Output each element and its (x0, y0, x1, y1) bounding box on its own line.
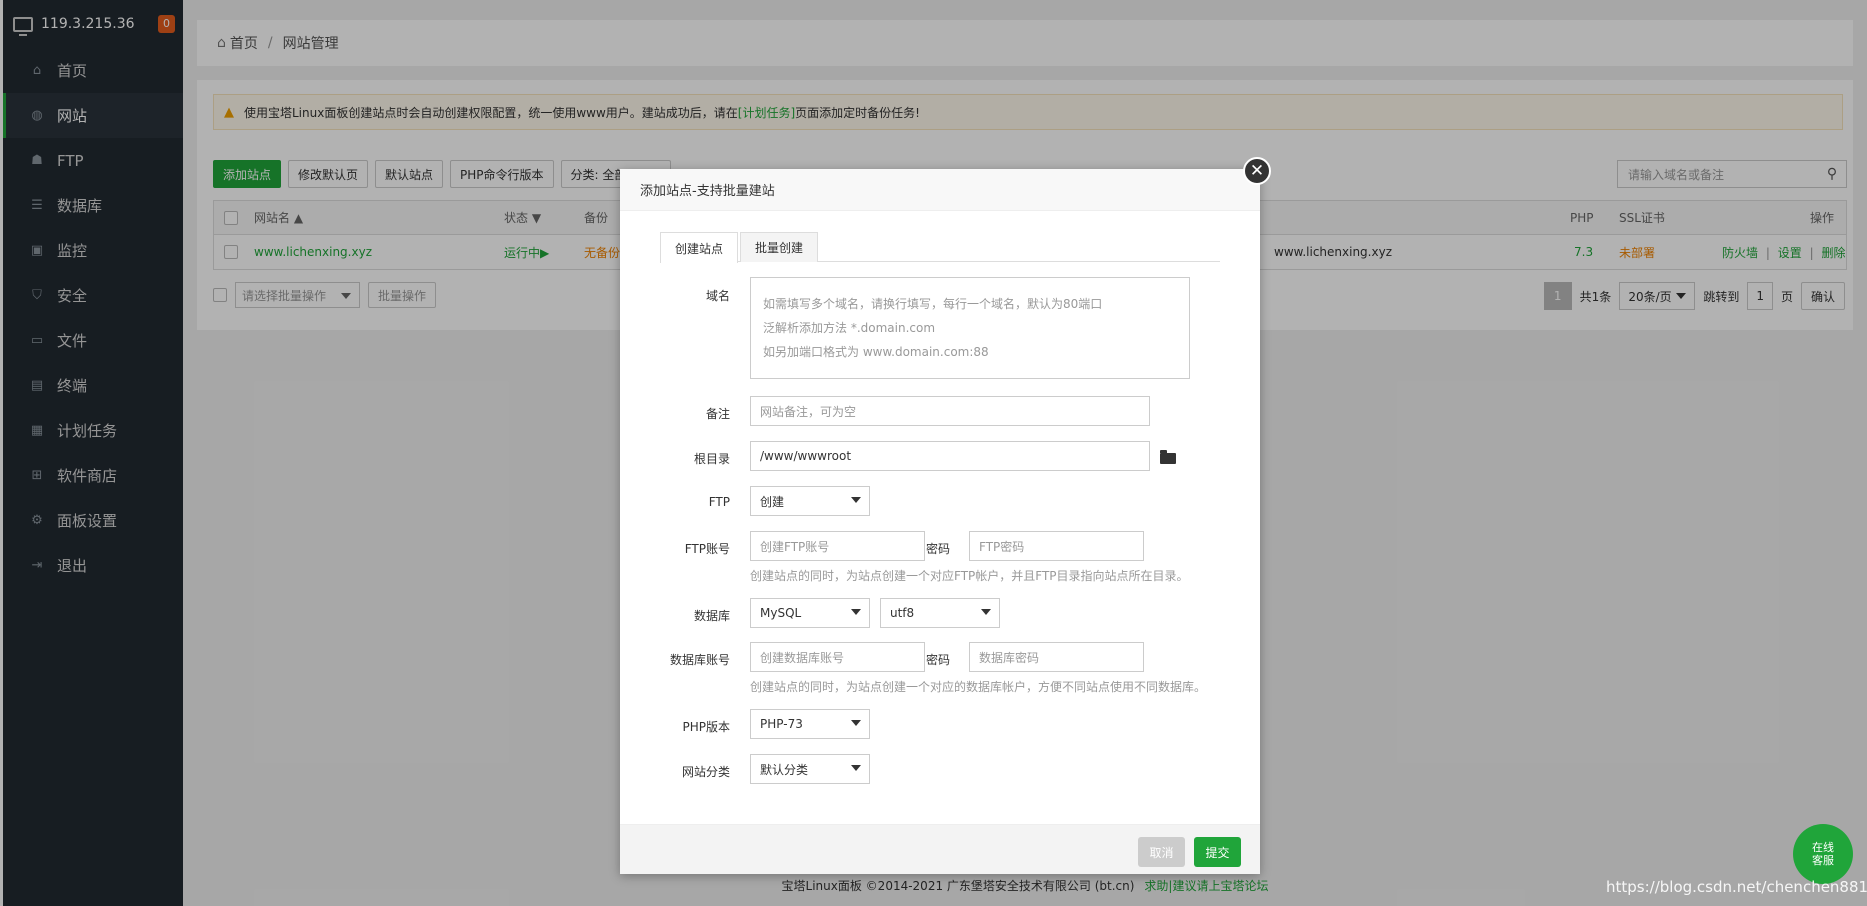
online-service-button[interactable]: 在线 客服 (1793, 824, 1853, 884)
root-dir-input[interactable]: /www/wwwroot (750, 441, 1150, 471)
dialog-tabs: 创建站点 批量创建 (660, 232, 1220, 263)
db-tip: 创建站点的同时，为站点创建一个对应的数据库帐户，方便不同站点使用不同数据库。 (750, 680, 1207, 694)
tab-batch-create[interactable]: 批量创建 (740, 232, 819, 262)
dialog-title: 添加站点-支持批量建站 (620, 169, 1260, 211)
ftp-account-label: FTP账号 (684, 542, 730, 556)
ftp-label: FTP (708, 495, 730, 509)
submit-button[interactable]: 提交 (1194, 837, 1241, 867)
category-label: 网站分类 (681, 765, 730, 779)
folder-open-icon[interactable] (1160, 450, 1176, 464)
ftp-password-label: 密码 (925, 542, 950, 556)
chevron-down-icon (851, 765, 861, 771)
chevron-down-icon (851, 497, 861, 503)
ftp-select[interactable]: 创建 (750, 486, 870, 516)
chevron-down-icon (851, 609, 861, 615)
db-label: 数据库 (693, 609, 730, 623)
category-value: 默认分类 (760, 762, 809, 777)
category-select[interactable]: 默认分类 (750, 754, 870, 784)
db-account-label: 数据库账号 (669, 653, 730, 667)
db-charset-value: utf8 (890, 606, 915, 620)
domain-hint-line: 如另加端口格式为 www.domain.com:88 (763, 345, 989, 359)
service-label: 在线 客服 (1812, 841, 1834, 867)
root-label: 根目录 (693, 452, 730, 466)
ftp-tip: 创建站点的同时，为站点创建一个对应FTP帐户，并且FTP目录指向站点所在目录。 (750, 569, 1189, 583)
domain-hint-line: 泛解析添加方法 *.domain.com (763, 321, 936, 335)
service-line-1: 在线 (1812, 841, 1834, 854)
db-password-label: 密码 (925, 653, 950, 667)
db-password-input[interactable]: 数据库密码 (969, 642, 1144, 672)
service-line-2: 客服 (1812, 854, 1834, 867)
remark-input[interactable]: 网站备注，可为空 (750, 396, 1150, 426)
dialog-footer: 取消 提交 (620, 824, 1260, 874)
php-version-select[interactable]: PHP-73 (750, 709, 870, 739)
ftp-password-input[interactable]: FTP密码 (969, 531, 1144, 561)
domain-label: 域名 (705, 289, 730, 303)
db-type-select[interactable]: MySQL (750, 598, 870, 628)
php-label: PHP版本 (682, 720, 731, 734)
watermark: https://blog.csdn.net/chenchen8818 (1606, 878, 1867, 896)
domain-hint-line: 如需填写多个域名，请换行填写，每行一个域名，默认为80端口 (763, 297, 1103, 311)
tab-create-site[interactable]: 创建站点 (660, 232, 739, 263)
php-version-value: PHP-73 (760, 717, 803, 731)
db-type-value: MySQL (760, 606, 802, 620)
domain-textarea[interactable]: 如需填写多个域名，请换行填写，每行一个域名，默认为80端口 泛解析添加方法 *.… (750, 277, 1190, 379)
add-site-dialog: 添加站点-支持批量建站 创建站点 批量创建 域名 如需填写多个域名，请换行填写，… (620, 169, 1260, 874)
chevron-down-icon (981, 609, 991, 615)
db-charset-select[interactable]: utf8 (880, 598, 1000, 628)
cancel-button[interactable]: 取消 (1138, 837, 1185, 867)
chevron-down-icon (851, 720, 861, 726)
remark-label: 备注 (705, 407, 730, 421)
close-icon[interactable]: ✕ (1243, 157, 1271, 185)
ftp-select-value: 创建 (760, 494, 785, 509)
